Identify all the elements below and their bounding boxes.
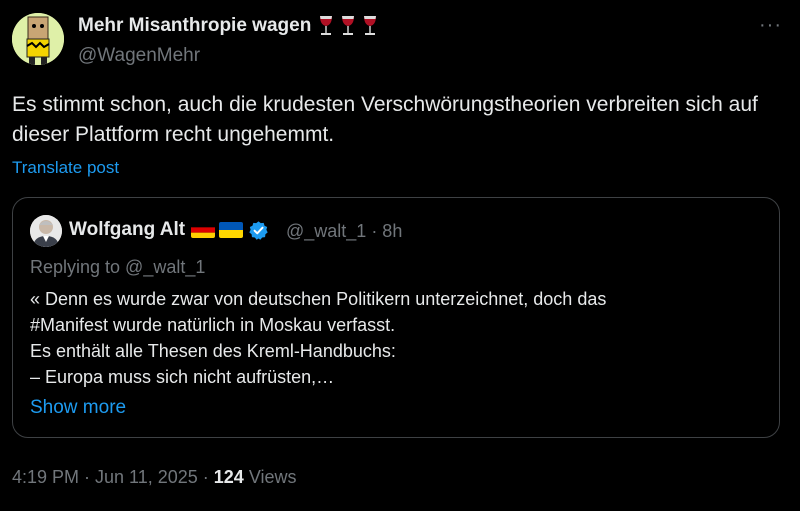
- quoted-author-name-text: Wolfgang Alt: [69, 219, 186, 240]
- replying-to: Replying to @_walt_1: [30, 257, 206, 277]
- post-footer: 4:19 PM · Jun 11, 2025 · 124 Views: [12, 467, 297, 488]
- author-display-name[interactable]: Mehr Misanthropie wagen: [78, 15, 378, 37]
- quoted-author-name: Wolfgang Alt: [69, 219, 269, 241]
- ukraine-flag-icon: [219, 222, 244, 238]
- translate-post-link[interactable]: Translate post: [12, 158, 119, 178]
- post-text: Es stimmt schon, auch die krudesten Vers…: [12, 93, 758, 146]
- author-handle[interactable]: @WagenMehr: [78, 45, 200, 67]
- author-avatar[interactable]: [12, 13, 64, 65]
- wine-glass-icon: [342, 16, 355, 35]
- author-name-text: Mehr Misanthropie wagen: [78, 15, 312, 36]
- wine-glass-icon: [364, 16, 377, 35]
- verified-badge-icon: [249, 220, 268, 240]
- person-photo-icon: [30, 215, 62, 247]
- wine-glass-icon: [320, 16, 333, 35]
- views-label: Views: [243, 467, 297, 487]
- quoted-post-card[interactable]: Wolfgang Alt @_walt_1 · 8h Replying to @…: [12, 197, 780, 438]
- quoted-post-text: « Denn es wurde zwar von deutschen Polit…: [30, 289, 607, 387]
- show-more-link[interactable]: Show more: [30, 397, 126, 419]
- quoted-handle-time: @_walt_1 · 8h: [286, 221, 403, 241]
- views-count: 124: [213, 467, 244, 487]
- paper-bag-character-icon: [12, 13, 64, 65]
- post-timestamp[interactable]: 4:19 PM · Jun 11, 2025 ·: [12, 467, 214, 487]
- quoted-author-avatar: [30, 215, 62, 247]
- germany-flag-icon: [191, 222, 216, 238]
- wine-glass-emojis: [318, 15, 378, 37]
- more-options-icon[interactable]: ···: [759, 14, 782, 37]
